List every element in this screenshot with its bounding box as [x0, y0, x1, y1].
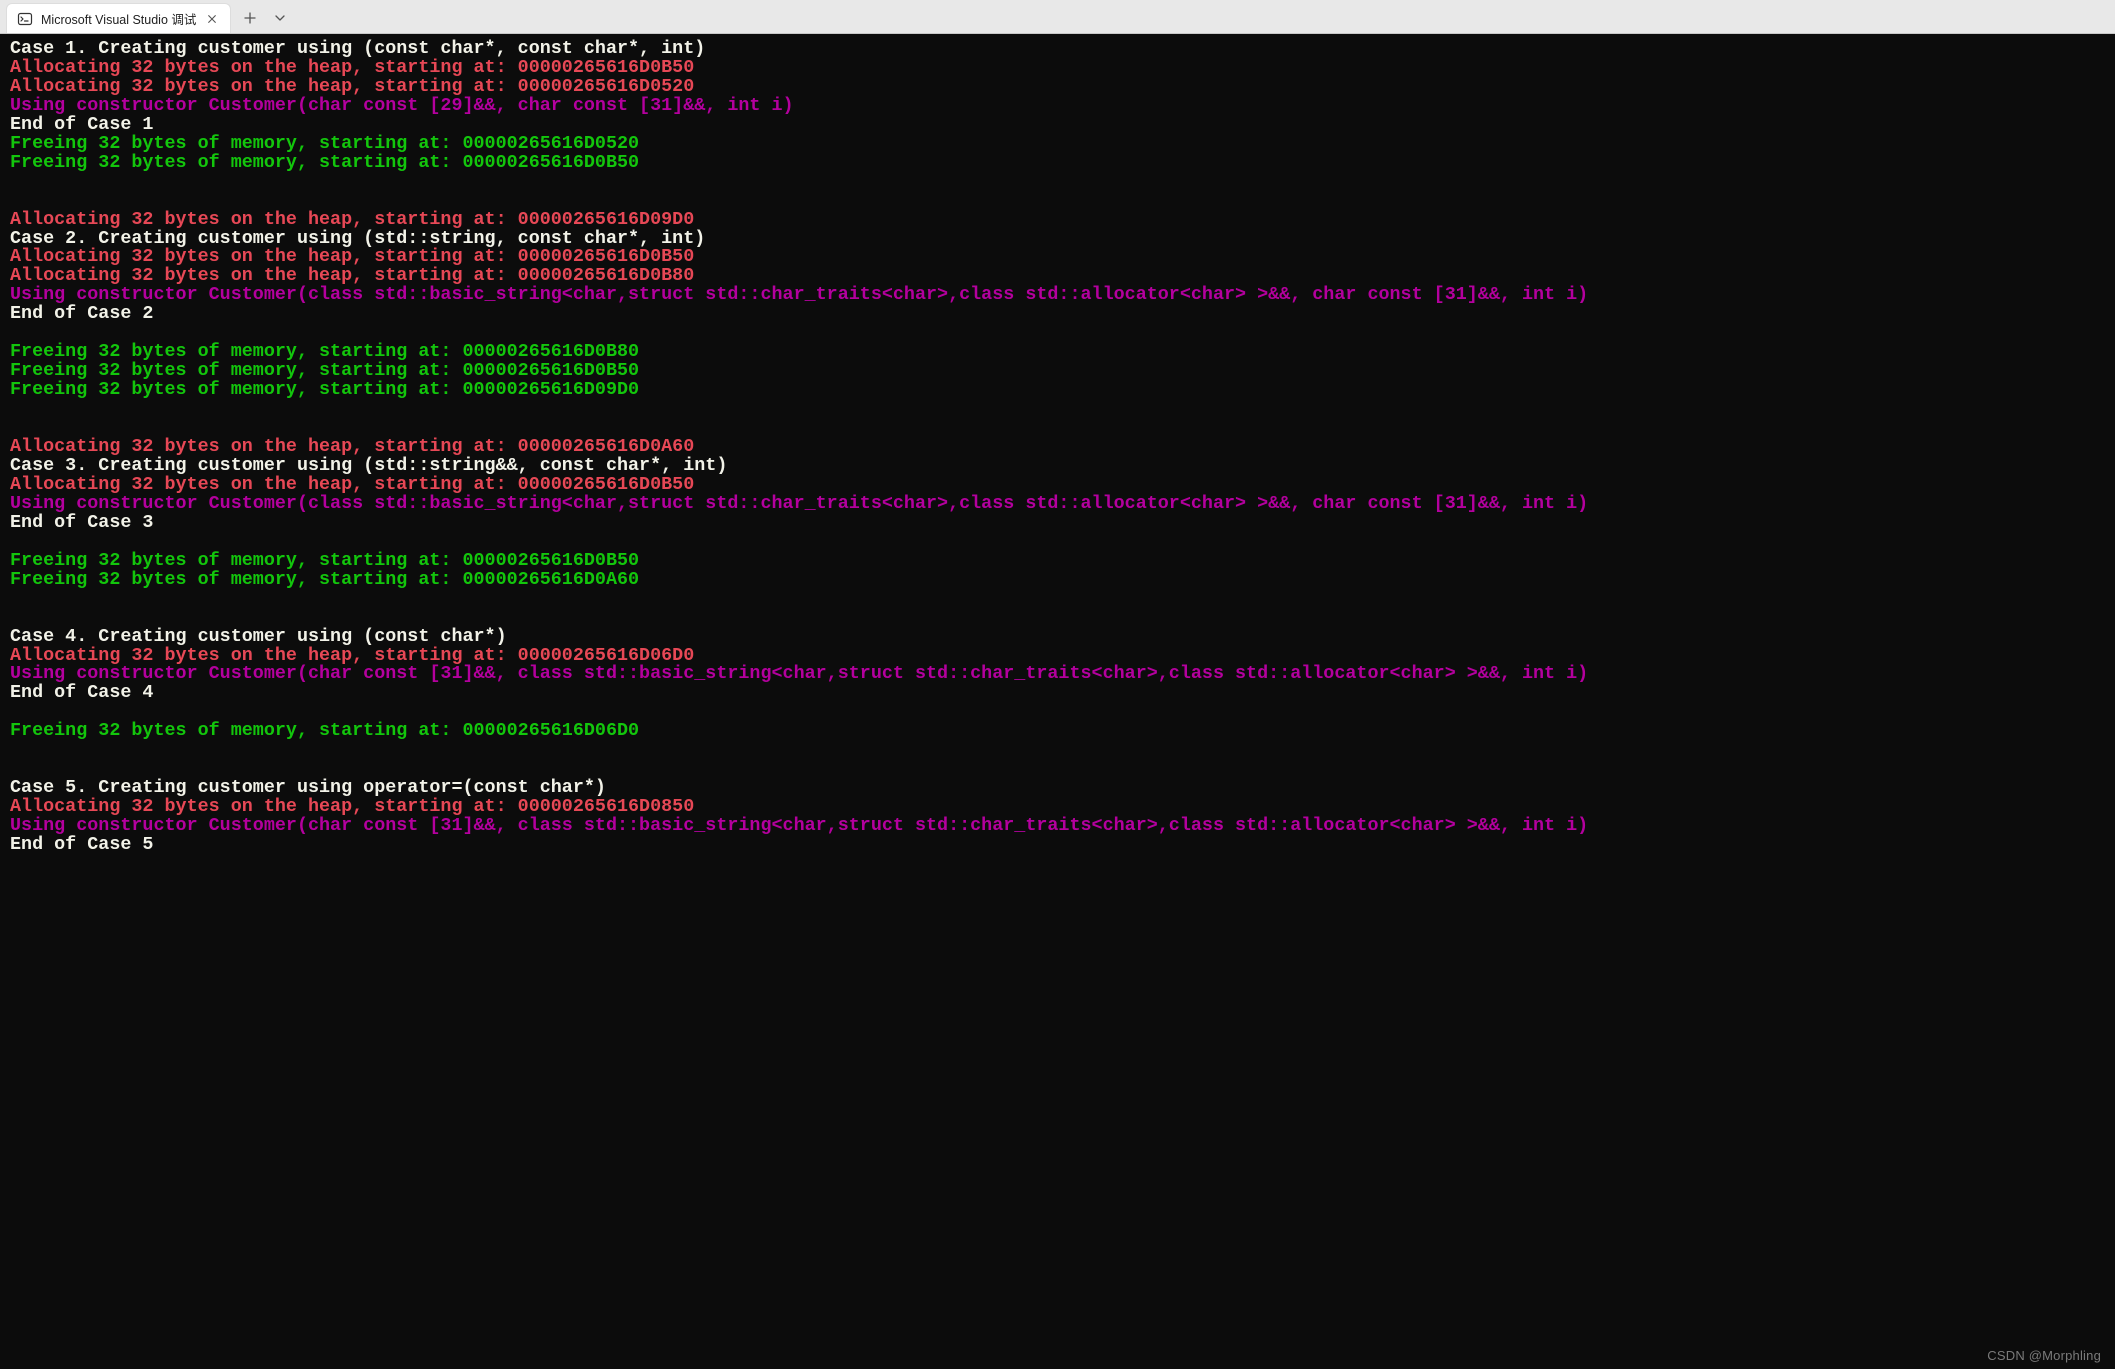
- tab-bar: Microsoft Visual Studio 调试: [0, 0, 2115, 34]
- app-window: Microsoft Visual Studio 调试 Case 1. Creat…: [0, 0, 2115, 1369]
- console-line: Freeing 32 bytes of memory, starting at:…: [10, 135, 2105, 154]
- console-line: End of Case 3: [10, 514, 2105, 533]
- console-line: Using constructor Customer(char const [2…: [10, 97, 2105, 116]
- new-tab-button[interactable]: [235, 3, 265, 33]
- console-line: Freeing 32 bytes of memory, starting at:…: [10, 381, 2105, 400]
- console-line: [10, 533, 2105, 552]
- console-line: End of Case 4: [10, 684, 2105, 703]
- console-line: [10, 400, 2105, 419]
- console-line: Using constructor Customer(class std::ba…: [10, 286, 2105, 305]
- console-line: [10, 192, 2105, 211]
- console-line: Freeing 32 bytes of memory, starting at:…: [10, 571, 2105, 590]
- console-line: End of Case 1: [10, 116, 2105, 135]
- console-line: Using constructor Customer(char const [3…: [10, 665, 2105, 684]
- console-line: Allocating 32 bytes on the heap, startin…: [10, 211, 2105, 230]
- tab-close-button[interactable]: [204, 11, 220, 27]
- terminal-output[interactable]: Case 1. Creating customer using (const c…: [0, 34, 2115, 1369]
- console-line: End of Case 2: [10, 305, 2105, 324]
- console-line: Freeing 32 bytes of memory, starting at:…: [10, 722, 2105, 741]
- console-line: End of Case 5: [10, 836, 2105, 855]
- console-line: Case 4. Creating customer using (const c…: [10, 628, 2105, 647]
- console-line: [10, 609, 2105, 628]
- console-line: Using constructor Customer(char const [3…: [10, 817, 2105, 836]
- tab-title: Microsoft Visual Studio 调试: [41, 9, 196, 28]
- terminal-icon: [17, 11, 33, 27]
- tabs-menu-button[interactable]: [265, 3, 295, 33]
- console-line: Using constructor Customer(class std::ba…: [10, 495, 2105, 514]
- console-line: [10, 590, 2105, 609]
- terminal-tab[interactable]: Microsoft Visual Studio 调试: [6, 3, 231, 33]
- console-line: Freeing 32 bytes of memory, starting at:…: [10, 552, 2105, 571]
- console-line: [10, 741, 2105, 760]
- console-line: Freeing 32 bytes of memory, starting at:…: [10, 154, 2105, 173]
- console-line: [10, 173, 2105, 192]
